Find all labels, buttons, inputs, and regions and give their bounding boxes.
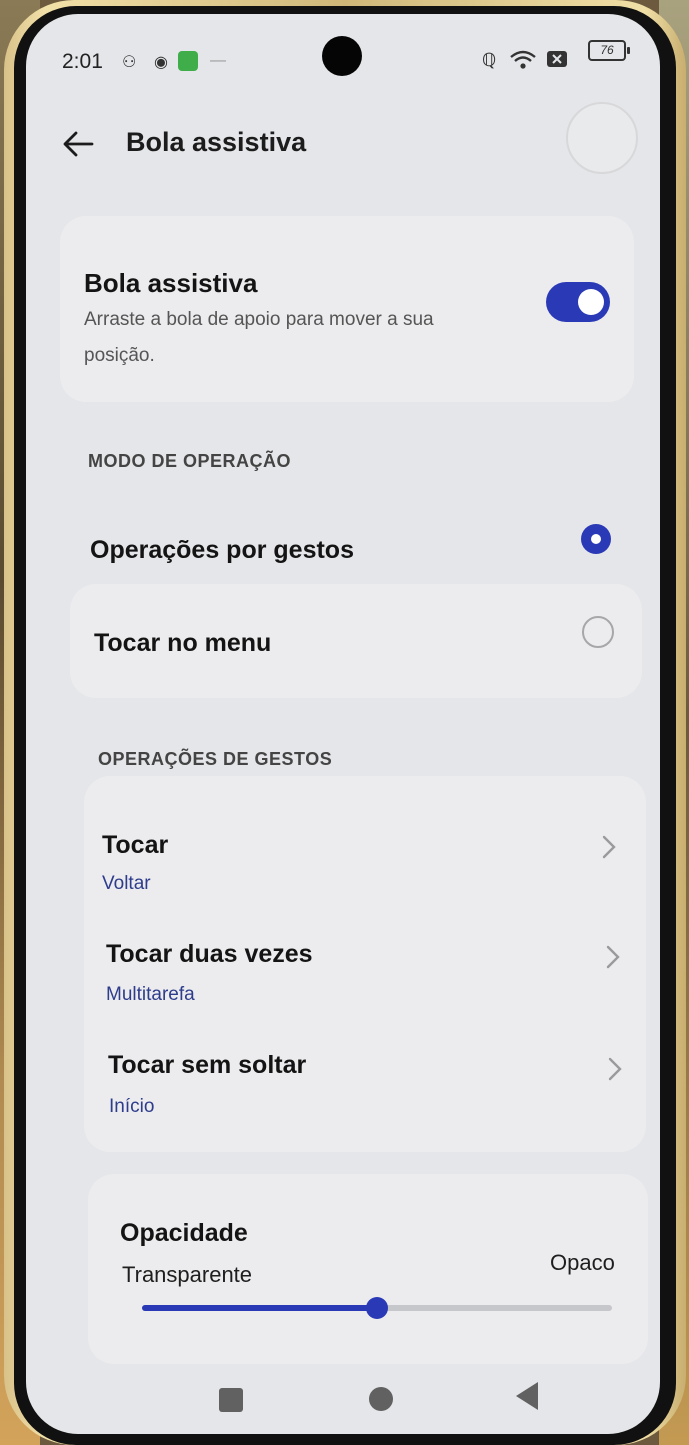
assistive-ball-description: Arraste a bola de apoio para mover a sua…	[84, 309, 434, 366]
gesture-item-value: Voltar	[102, 873, 151, 894]
gesture-item-title: Tocar	[102, 831, 169, 859]
gesture-item-title: Tocar sem soltar	[108, 1051, 307, 1079]
phone-screen: 2:01 ⚇ ◉ — ℚ 76 Bola assistiva Bola assi…	[26, 14, 660, 1434]
home-circle-icon[interactable]	[369, 1387, 393, 1411]
gesture-item-value: Multitarefa	[106, 984, 195, 1005]
opacity-min-label: Transparente	[122, 1262, 253, 1287]
assistive-ball-title: Bola assistiva	[84, 268, 258, 298]
opacity-title: Opacidade	[120, 1219, 248, 1247]
battery-indicator: 76	[588, 40, 630, 61]
gesture-item-title: Tocar duas vezes	[106, 940, 313, 968]
back-button[interactable]	[60, 124, 100, 164]
chevron-right-icon	[602, 835, 616, 859]
status-time: 2:01	[62, 50, 103, 73]
page-title: Bola assistiva	[126, 127, 307, 157]
arrow-left-icon	[63, 131, 94, 157]
bug-icon: ◉	[154, 54, 168, 71]
toggle-knob	[578, 289, 604, 315]
more-notifications-icon: —	[210, 52, 226, 69]
opacity-max-label: Opaco	[550, 1250, 615, 1275]
option-menu-label: Tocar no menu	[94, 629, 272, 657]
app-notification-icon	[178, 51, 198, 71]
radio-selected-icon[interactable]	[581, 524, 611, 554]
opacity-slider-thumb[interactable]	[366, 1297, 388, 1319]
github-icon: ⚇	[122, 54, 137, 71]
chevron-right-icon	[608, 1057, 622, 1081]
back-triangle-icon[interactable]	[516, 1382, 538, 1410]
nfc-icon: ℚ	[482, 50, 497, 70]
gesture-operations-heading: OPERAÇÕES DE GESTOS	[98, 749, 333, 769]
no-sim-icon	[546, 49, 568, 74]
opacity-slider-fill	[142, 1305, 377, 1311]
wifi-icon	[510, 50, 536, 75]
gesture-item-value: Início	[109, 1096, 155, 1117]
option-gestures-label: Operações por gestos	[90, 536, 354, 564]
chevron-right-icon	[606, 945, 620, 969]
floating-assistive-ball[interactable]	[566, 102, 638, 174]
navigation-bar	[26, 1374, 660, 1434]
front-camera	[322, 36, 362, 76]
recents-square-icon[interactable]	[219, 1388, 243, 1412]
radio-unselected-icon[interactable]	[582, 616, 614, 648]
operation-mode-heading: MODO DE OPERAÇÃO	[88, 451, 292, 471]
assistive-ball-toggle[interactable]	[546, 282, 610, 322]
